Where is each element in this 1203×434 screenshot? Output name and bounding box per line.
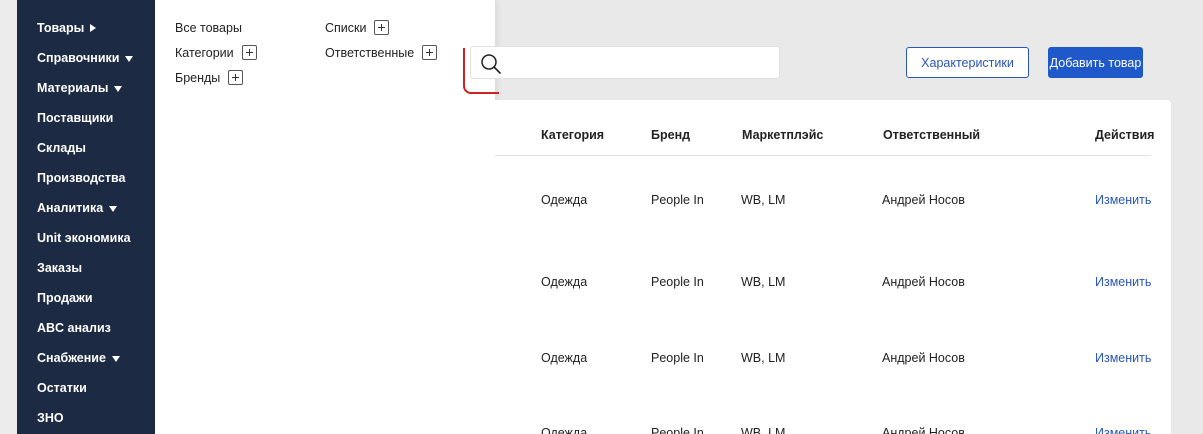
chevron-down-icon [109, 206, 118, 212]
menu-item-label: Ответственные [325, 45, 415, 60]
table-header-divider [495, 155, 1151, 156]
sidebar-item-productions[interactable]: Производства [37, 171, 125, 185]
left-background-strip [0, 0, 17, 434]
sidebar-item-abc-analysis[interactable]: ABC анализ [37, 321, 111, 335]
sidebar-item-label: Товары [37, 21, 85, 35]
cell-responsible: Андрей Носов [882, 275, 965, 289]
sidebar-item-orders[interactable]: Заказы [37, 261, 82, 275]
characteristics-button[interactable]: Характеристики [906, 47, 1029, 78]
products-dropdown-menu: Все товары Категории Бренды Списки Ответ… [155, 0, 495, 434]
sidebar: Товары Справочники Материалы Поставщики … [17, 0, 155, 434]
sidebar-item-suppliers[interactable]: Поставщики [37, 111, 113, 125]
edit-link[interactable]: Изменить [1095, 193, 1151, 207]
menu-item-label: Все товары [175, 21, 242, 35]
sidebar-item-label: Продажи [37, 291, 93, 305]
sidebar-item-label: ЗНО [37, 411, 64, 425]
column-header-brand[interactable]: Бренд [651, 128, 690, 142]
sidebar-item-sales[interactable]: Продажи [37, 291, 93, 305]
add-category-plus-icon[interactable] [241, 45, 257, 60]
search-input[interactable] [511, 53, 771, 73]
cell-brand: People In [651, 275, 704, 289]
sidebar-item-stock[interactable]: Остатки [37, 381, 87, 395]
search-bar[interactable] [470, 46, 780, 79]
menu-item-label: Бренды [175, 70, 221, 85]
cell-brand: People In [651, 193, 704, 207]
add-responsible-plus-icon[interactable] [422, 45, 438, 60]
column-header-actions: Действия [1095, 128, 1155, 142]
cell-category: Одежда [541, 275, 588, 289]
cell-category: Одежда [541, 351, 588, 365]
menu-item-brands[interactable]: Бренды [175, 70, 244, 85]
cell-category: Одежда [541, 426, 588, 434]
menu-item-lists[interactable]: Списки [325, 20, 390, 35]
edit-link[interactable]: Изменить [1095, 275, 1151, 289]
edit-link[interactable]: Изменить [1095, 426, 1151, 434]
sidebar-item-label: Справочники [37, 51, 120, 65]
sidebar-item-supply[interactable]: Снабжение [37, 351, 120, 365]
cell-brand: People In [651, 426, 704, 434]
menu-item-label: Категории [175, 45, 234, 60]
chevron-down-icon [111, 356, 120, 362]
sidebar-item-unit-economics[interactable]: Unit экономика [37, 231, 131, 245]
cell-responsible: Андрей Носов [882, 193, 965, 207]
sidebar-item-label: Остатки [37, 381, 87, 395]
sidebar-item-label: ABC анализ [37, 321, 111, 335]
cell-marketplace: WB, LM [741, 426, 786, 434]
sidebar-item-warehouses[interactable]: Склады [37, 141, 86, 155]
add-list-plus-icon[interactable] [374, 20, 390, 35]
products-table [495, 100, 1171, 434]
column-header-category[interactable]: Категория [541, 128, 604, 142]
sidebar-item-directories[interactable]: Справочники [37, 51, 134, 65]
chevron-down-icon [125, 56, 134, 62]
sidebar-item-label: Производства [37, 171, 126, 185]
sidebar-item-label: Unit экономика [37, 231, 131, 245]
menu-item-responsibles[interactable]: Ответственные [325, 45, 438, 60]
column-header-marketplace[interactable]: Маркетплэйс [742, 128, 823, 142]
chevron-down-icon [114, 86, 123, 92]
add-brand-plus-icon[interactable] [228, 70, 244, 85]
cell-category: Одежда [541, 193, 588, 207]
cell-responsible: Андрей Носов [882, 351, 965, 365]
sidebar-item-label: Материалы [37, 81, 109, 95]
cell-marketplace: WB, LM [741, 193, 786, 207]
sidebar-item-label: Аналитика [37, 201, 104, 215]
add-product-button[interactable]: Добавить товар [1048, 47, 1143, 78]
sidebar-item-label: Склады [37, 141, 86, 155]
sidebar-item-label: Снабжение [37, 351, 106, 365]
cell-marketplace: WB, LM [741, 351, 786, 365]
menu-item-label: Списки [325, 20, 367, 35]
sidebar-item-label: Поставщики [37, 111, 114, 125]
menu-item-categories[interactable]: Категории [175, 45, 257, 60]
cell-brand: People In [651, 351, 704, 365]
column-header-responsible[interactable]: Ответственный [883, 128, 980, 142]
edit-link[interactable]: Изменить [1095, 351, 1151, 365]
search-icon[interactable] [480, 53, 502, 75]
cell-marketplace: WB, LM [741, 275, 786, 289]
sidebar-item-zno[interactable]: ЗНО [37, 411, 64, 425]
sidebar-item-materials[interactable]: Материалы [37, 81, 123, 95]
chevron-right-icon [90, 24, 97, 32]
sidebar-item-products[interactable]: Товары [37, 21, 97, 35]
cell-responsible: Андрей Носов [882, 426, 965, 434]
sidebar-item-label: Заказы [37, 261, 83, 275]
sidebar-item-analytics[interactable]: Аналитика [37, 201, 118, 215]
menu-item-all-products[interactable]: Все товары [175, 21, 242, 35]
